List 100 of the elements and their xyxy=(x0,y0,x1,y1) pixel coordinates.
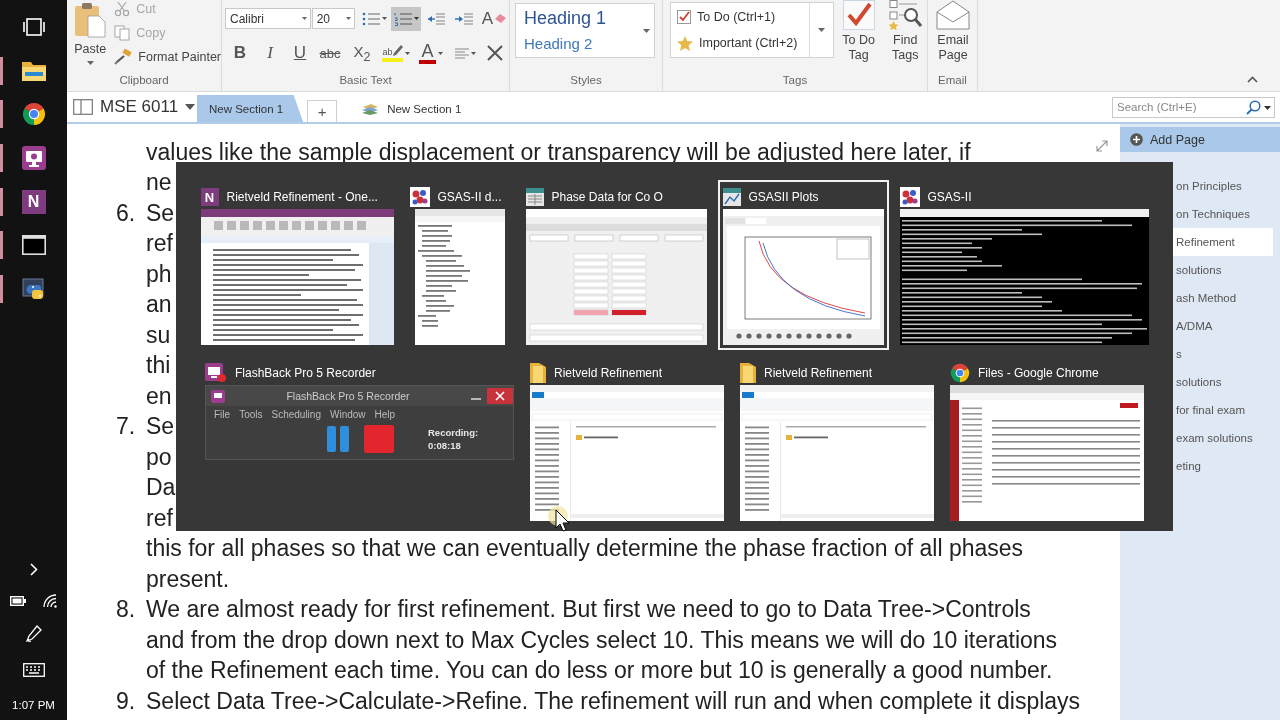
window-tile[interactable]: GSAS-II xyxy=(894,180,1154,350)
notebook-picker[interactable]: MSE 6011 xyxy=(73,92,197,122)
plus-circle-icon xyxy=(1130,133,1143,146)
pen-icon[interactable] xyxy=(25,625,42,643)
page-tab[interactable]: solutions xyxy=(1173,368,1273,396)
notes-app-icon[interactable]: N xyxy=(21,189,46,214)
keyboard-icon[interactable] xyxy=(22,663,45,677)
tag-option[interactable]: Important (Ctrl+2) xyxy=(677,30,809,56)
interlocked-shapes-icon[interactable] xyxy=(21,276,46,301)
chart-window-icon xyxy=(722,188,741,206)
caret-icon xyxy=(346,17,351,20)
body-text: and from the drop down next to Max Cycles select 10. This means we will do 10 iterations xyxy=(146,626,1058,654)
body-text: an xyxy=(146,291,172,319)
expand-icon[interactable] xyxy=(1096,140,1108,152)
paste-button[interactable]: Paste xyxy=(72,0,109,73)
page-tab[interactable]: on Principles xyxy=(1173,172,1273,200)
page-tab[interactable]: solutions xyxy=(1173,256,1273,284)
console-window-icon[interactable] xyxy=(21,235,46,256)
list-number: 6. xyxy=(116,199,137,227)
style-option[interactable]: Heading 1 xyxy=(524,5,638,31)
subscript-button[interactable]: X$_{2}$ xyxy=(347,40,377,66)
collapse-ribbon-icon[interactable] xyxy=(1247,76,1258,83)
to-do-tag-button[interactable]: To Do Tag xyxy=(836,0,881,73)
chevron-icon[interactable] xyxy=(29,563,38,576)
italic-button[interactable]: I xyxy=(257,40,283,66)
window-title: FlashBack Pro 5 Recorder xyxy=(235,366,376,380)
ball-cluster-icon xyxy=(899,187,920,207)
recording-time: 0:08:18 xyxy=(428,440,462,451)
scissors-icon xyxy=(114,1,131,17)
align-left-icon xyxy=(454,47,469,59)
add-section-button[interactable]: + xyxy=(307,100,338,122)
screen-recorder-icon[interactable] xyxy=(21,145,46,170)
clock-time[interactable]: 1:07 PM xyxy=(12,698,55,711)
close-x-icon xyxy=(487,45,503,61)
page-tab[interactable]: for final exam xyxy=(1173,396,1273,424)
circle-logo-icon[interactable] xyxy=(21,102,46,127)
caret-icon[interactable] xyxy=(1264,105,1271,110)
tag-option[interactable]: To Do (Ctrl+1) xyxy=(677,4,809,30)
underline-button[interactable]: U xyxy=(287,40,313,66)
clear-formatting-button[interactable]: A xyxy=(479,6,509,31)
strikethrough-button[interactable]: abc xyxy=(317,40,343,66)
window-title: Rietveld Refinement - One... xyxy=(226,190,378,204)
bold-button[interactable]: B xyxy=(227,40,253,66)
font-color-button[interactable]: A xyxy=(415,41,447,65)
body-text: Select Data Tree->Calculate->Refine. The refinement will run and when complete it displays xyxy=(146,687,1081,715)
wifi-icon[interactable] xyxy=(43,594,57,608)
page-tab[interactable]: Refinement xyxy=(1173,228,1273,256)
search-field[interactable]: Search (Ctrl+E) xyxy=(1112,96,1275,118)
notebook-icon xyxy=(73,99,93,115)
font-name-field[interactable]: Calibri xyxy=(225,8,311,29)
window-tile[interactable]: Phase Data for Co O xyxy=(520,180,712,350)
group-label: Styles xyxy=(570,73,602,87)
notes-app-icon: N xyxy=(200,188,219,206)
body-text: present. xyxy=(146,565,230,593)
menu-item[interactable]: Help xyxy=(374,409,396,420)
window-title: Phase Data for Co O xyxy=(551,190,663,204)
window-title: Files - Google Chrome xyxy=(978,366,1099,380)
window-tile[interactable]: N Rietveld Refinement - One... xyxy=(195,180,399,350)
font-size-field[interactable]: 20 xyxy=(311,8,355,29)
window-tile[interactable]: Rietveld Refinement xyxy=(525,356,729,526)
star-icon xyxy=(677,35,693,51)
style-option[interactable]: Heading 2 xyxy=(524,30,638,56)
menu-item[interactable]: Tools xyxy=(239,409,263,420)
menu-item[interactable]: File xyxy=(214,409,231,420)
stacked-layers-icon xyxy=(361,102,380,115)
body-text: po xyxy=(146,443,172,471)
page-tab[interactable]: exam solutions xyxy=(1173,424,1273,452)
body-text: en xyxy=(146,382,172,410)
numbering-button[interactable] xyxy=(391,6,421,31)
section-tab[interactable]: New Section 1 xyxy=(197,95,304,122)
window-tile[interactable]: GSASII Plots xyxy=(717,180,889,350)
page-tab[interactable]: eting xyxy=(1173,452,1273,480)
page-tab[interactable]: ash Method xyxy=(1173,284,1273,312)
checkbox-icon xyxy=(677,10,691,24)
window-tile[interactable]: GSAS-II d... xyxy=(404,180,515,350)
pause-icon[interactable] xyxy=(326,425,350,453)
outdent-icon xyxy=(427,12,445,25)
caret-icon xyxy=(470,51,476,55)
format-painter-button[interactable]: Format Painter xyxy=(114,45,221,69)
email-page-button[interactable]: Email Page xyxy=(931,0,975,73)
body-text: We are almost ready for first refinement. But first we need to go to Data Tree->Controls xyxy=(146,596,1031,624)
section-link[interactable]: New Section 1 xyxy=(361,95,462,122)
menu-item[interactable]: Scheduling xyxy=(271,409,321,420)
highlight-button[interactable]: ab xyxy=(381,41,411,65)
menu-item[interactable]: Window xyxy=(329,409,366,420)
folder-icon[interactable] xyxy=(21,60,46,81)
battery-icon[interactable] xyxy=(10,596,26,606)
page-tab[interactable]: A/DMA xyxy=(1173,312,1273,340)
search-icon[interactable] xyxy=(1246,99,1261,115)
window-tile[interactable]: Files - Google Chrome xyxy=(945,356,1149,526)
window-tile[interactable]: FlashBack Pro 5 Recorder FlashBack Pro 5 Recorder File Tools Scheduling Window Help Recording: 0:08:18 xyxy=(200,356,519,526)
copy-icon xyxy=(114,25,131,41)
page-tab[interactable]: s xyxy=(1173,340,1273,368)
page-tab[interactable]: on Techniques xyxy=(1173,200,1273,228)
caret-icon xyxy=(437,51,443,55)
task-view-icon[interactable] xyxy=(22,17,45,36)
window-tile[interactable]: Rietveld Refinement xyxy=(735,356,939,526)
add-page-button[interactable]: Add Page xyxy=(1120,127,1280,152)
find-tags-button[interactable]: Find Tags xyxy=(883,0,927,73)
close-icon[interactable] xyxy=(487,388,513,404)
